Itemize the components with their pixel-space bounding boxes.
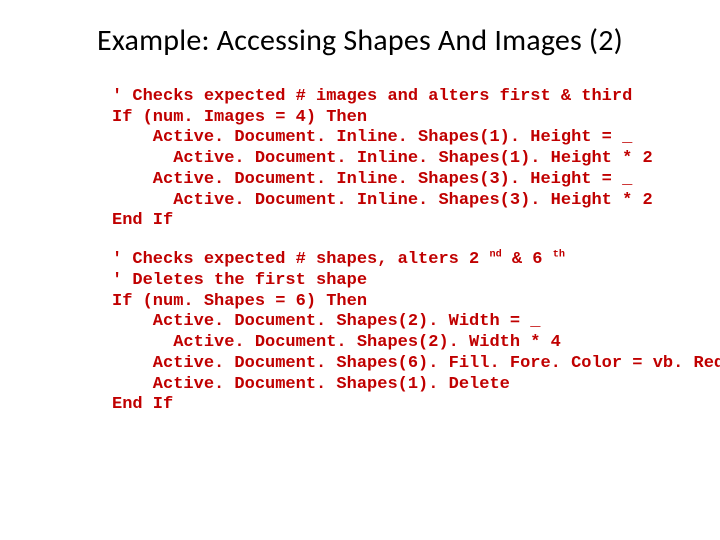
code-line: Active. Document. Inline. Shapes(1). Hei…	[112, 128, 632, 147]
code-line: Active. Document. Inline. Shapes(1). Hei…	[112, 149, 653, 168]
ordinal-sup: nd	[489, 249, 501, 260]
code-line: End If	[112, 211, 173, 230]
slide: Example: Accessing Shapes And Images (2)…	[0, 0, 720, 540]
code-line: Active. Document. Inline. Shapes(3). Hei…	[112, 170, 632, 189]
text: & 6	[502, 250, 553, 269]
code-line: Active. Document. Shapes(6). Fill. Fore.…	[112, 354, 720, 373]
code-line: Active. Document. Shapes(2). Width * 4	[112, 333, 561, 352]
text: ' Checks expected # shapes, alters 2	[112, 250, 489, 269]
code-line: Active. Document. Shapes(1). Delete	[112, 375, 510, 394]
code-line: End If	[112, 395, 173, 414]
code-line: ' Checks expected # shapes, alters 2 nd …	[112, 250, 565, 269]
code-line: If (num. Shapes = 6) Then	[112, 292, 367, 311]
code-line: If (num. Images = 4) Then	[112, 108, 367, 127]
code-line: ' Deletes the first shape	[112, 271, 367, 290]
ordinal-sup: th	[553, 249, 565, 260]
code-block-1: ' Checks expected # images and alters fi…	[112, 87, 720, 232]
code-block-2: ' Checks expected # shapes, alters 2 nd …	[112, 250, 720, 416]
slide-title: Example: Accessing Shapes And Images (2)	[0, 22, 720, 59]
code-line: Active. Document. Inline. Shapes(3). Hei…	[112, 191, 653, 210]
block-gap	[0, 232, 720, 250]
code-line: Active. Document. Shapes(2). Width = _	[112, 312, 540, 331]
code-line: ' Checks expected # images and alters fi…	[112, 87, 632, 106]
